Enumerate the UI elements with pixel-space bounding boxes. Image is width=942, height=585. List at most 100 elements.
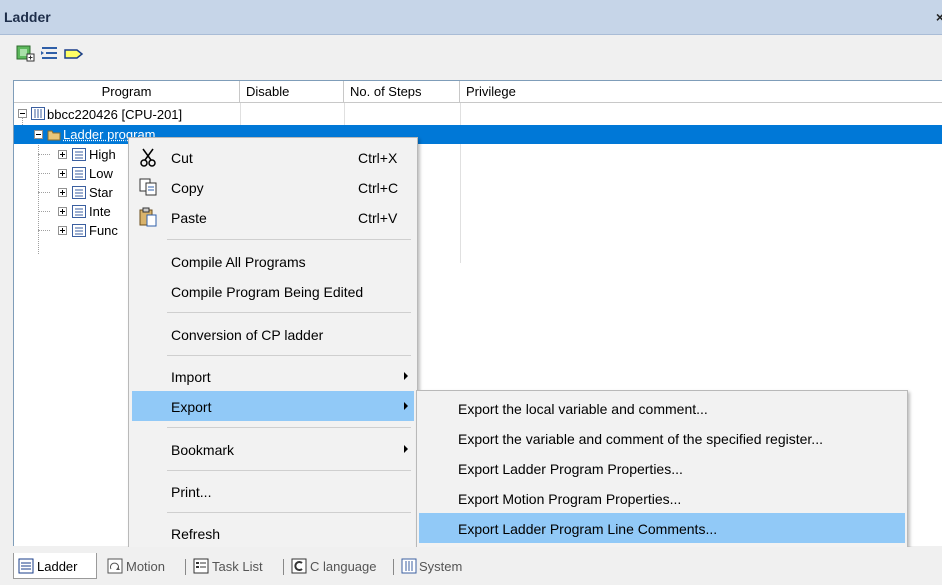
label-tag-icon[interactable] [64,45,84,63]
folder-icon [47,128,61,141]
menu-item-label: Cut [171,150,193,166]
menu-item-compile-edited[interactable]: Compile Program Being Edited [132,276,414,306]
menu-item-import[interactable]: Import [132,361,414,391]
expand-toggle-icon[interactable] [58,150,67,159]
list-indent-icon[interactable] [40,45,60,63]
menu-separator [167,427,411,428]
submenu-arrow-icon [404,372,408,380]
submenu-arrow-icon [404,402,408,410]
tab-separator [393,559,394,575]
menu-item-print[interactable]: Print... [132,476,414,506]
scissors-icon [138,147,158,167]
c-language-icon [291,558,307,574]
expand-toggle-icon[interactable] [58,169,67,178]
paste-icon [138,207,158,227]
system-icon [401,558,417,574]
submenu-item-label: Export the variable and comment of the s… [458,431,823,447]
menu-item-compile-all[interactable]: Compile All Programs [132,246,414,276]
tree-item-label: Low [89,166,113,181]
program-icon [72,186,86,199]
menu-item-copy[interactable]: Copy Ctrl+C [132,172,414,202]
expand-toggle-icon[interactable] [58,226,67,235]
tree-connector [38,230,50,231]
tab-separator [283,559,284,575]
tree-item-label: bbcc220426 [CPU-201] [47,107,182,122]
cpu-icon [31,107,45,120]
tree-item-label: High [89,147,116,162]
table-row[interactable]: bbcc220426 [CPU-201] [14,105,942,124]
add-program-icon[interactable] [16,45,36,63]
submenu-item-export-ladder-properties[interactable]: Export Ladder Program Properties... [419,453,905,483]
menu-item-label: Export [171,399,211,415]
tree-item-label: Inte [89,204,111,219]
menu-shortcut: Ctrl+X [358,150,397,166]
menu-item-label: Compile All Programs [171,254,306,270]
tree-connector [38,154,50,155]
menu-item-label: Paste [171,210,207,226]
menu-item-bookmark[interactable]: Bookmark [132,434,414,464]
menu-item-label: Compile Program Being Edited [171,284,363,300]
menu-separator [167,239,411,240]
column-header-steps[interactable]: No. of Steps [344,81,460,103]
tab-label: C language [310,559,377,574]
pane-title: Ladder [4,9,51,25]
menu-item-label: Copy [171,180,204,196]
menu-item-label: Import [171,369,211,385]
tab-system[interactable]: System [398,553,478,579]
tab-separator [185,559,186,575]
expand-toggle-icon[interactable] [58,207,67,216]
submenu-arrow-icon [404,445,408,453]
menu-item-label: Refresh [171,526,220,542]
submenu-item-label: Export Motion Program Properties... [458,491,681,507]
menu-item-export[interactable]: Export [132,391,414,421]
tab-label: Ladder [37,559,77,574]
tab-c-language[interactable]: C language [288,553,390,579]
menu-item-cut[interactable]: Cut Ctrl+X [132,142,414,172]
submenu-item-export-register-variable[interactable]: Export the variable and comment of the s… [419,423,905,453]
tab-ladder[interactable]: Ladder [13,553,97,579]
task-list-icon [193,558,209,574]
submenu-item-label: Export Ladder Program Line Comments... [458,521,717,537]
column-header-disable[interactable]: Disable [240,81,344,103]
menu-shortcut: Ctrl+V [358,210,397,226]
submenu-item-label: Export Ladder Program Properties... [458,461,683,477]
collapse-toggle-icon[interactable] [34,130,43,139]
submenu-item-export-motion-properties[interactable]: Export Motion Program Properties... [419,483,905,513]
toolbar [0,35,942,73]
tab-task-list[interactable]: Task List [190,553,280,579]
menu-separator [167,355,411,356]
tree-item-label: Star [89,185,113,200]
menu-item-label: Print... [171,484,211,500]
tab-label: System [419,559,462,574]
column-header-privilege[interactable]: Privilege [460,81,942,103]
menu-shortcut: Ctrl+C [358,180,398,196]
pane-title-bar: Ladder × [0,0,942,35]
menu-item-label: Bookmark [171,442,234,458]
submenu-item-label: Export the local variable and comment... [458,401,708,417]
menu-item-refresh[interactable]: Refresh [132,518,414,548]
tree-item-label: Func [89,223,118,238]
column-header-program[interactable]: Program [14,81,240,103]
menu-separator [167,512,411,513]
program-icon [72,205,86,218]
menu-item-paste[interactable]: Paste Ctrl+V [132,202,414,232]
bottom-tab-bar: Ladder Motion Task List C language Syste… [0,547,942,585]
close-icon[interactable]: × [936,9,942,25]
export-submenu: Export the local variable and comment...… [416,390,908,549]
submenu-item-export-local-variable[interactable]: Export the local variable and comment... [419,393,905,423]
tree-connector [38,173,50,174]
program-icon [72,167,86,180]
ladder-icon [18,558,34,574]
expand-toggle-icon[interactable] [58,188,67,197]
context-menu: Cut Ctrl+X Copy Ctrl+C Paste Ctrl+V Comp… [128,137,418,549]
menu-item-conversion-cp-ladder[interactable]: Conversion of CP ladder [132,319,414,349]
copy-icon [138,177,158,197]
program-icon [72,148,86,161]
motion-icon [107,558,123,574]
tab-motion[interactable]: Motion [103,553,183,579]
tree-connector [38,192,50,193]
submenu-item-export-line-comments[interactable]: Export Ladder Program Line Comments... [419,513,905,543]
tab-label: Motion [126,559,165,574]
menu-separator [167,470,411,471]
program-icon [72,224,86,237]
